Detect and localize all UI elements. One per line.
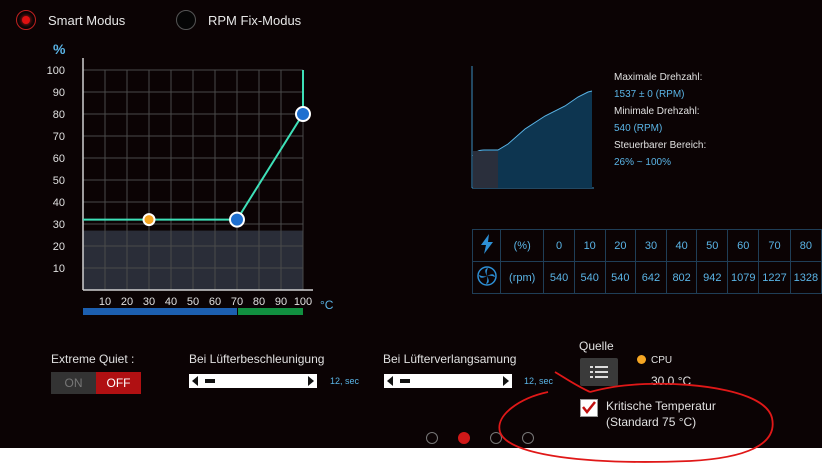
list-icon-line — [595, 366, 608, 368]
x-tick-label: 10 — [99, 296, 111, 308]
rpm-cell: 540 — [543, 261, 575, 294]
y-tick-label: 90 — [53, 87, 65, 99]
rpm-cell: 642 — [635, 261, 667, 294]
source-label: Quelle — [579, 339, 614, 353]
min-rpm-label: Minimale Drehzahl: — [614, 106, 700, 117]
list-icon-line — [595, 371, 608, 373]
speed-icon-cell — [471, 229, 502, 262]
x-tick-label: 70 — [231, 296, 243, 308]
range-value: 26% ~ 100% — [614, 157, 671, 168]
y-tick-label: 50 — [53, 175, 65, 187]
curve-point[interactable] — [295, 106, 311, 122]
rpm-cell: 1328 — [789, 261, 822, 294]
percent-cell: 20 — [604, 229, 637, 262]
temp-range-bar-blue — [83, 308, 237, 315]
percent-cell: 50 — [696, 229, 729, 262]
accel-label: Bei Lüfterbeschleunigung — [189, 352, 325, 366]
x-tick-label: 100 — [294, 296, 312, 308]
rpm-header: (rpm) — [500, 261, 545, 294]
x-unit-label: °C — [320, 298, 334, 312]
decel-decrease-arrow-icon[interactable] — [387, 376, 393, 386]
x-tick-label: 90 — [275, 296, 287, 308]
percent-cell: 40 — [665, 229, 698, 262]
x-tick-label: 80 — [253, 296, 265, 308]
page-dot-1[interactable] — [426, 432, 438, 444]
page-dot-3[interactable] — [490, 432, 502, 444]
percent-row: (%) 0 10 20 30 40 50 60 70 80 — [471, 229, 822, 262]
accel-decrease-arrow-icon[interactable] — [192, 376, 198, 386]
checkmark-icon — [582, 401, 596, 415]
decel-slider[interactable] — [384, 374, 512, 388]
accel-slider[interactable] — [189, 374, 317, 388]
accel-slider-thumb[interactable] — [205, 379, 215, 383]
curve-point[interactable] — [229, 211, 245, 228]
list-icon-line — [590, 376, 593, 378]
rpm-cell: 802 — [665, 261, 698, 294]
decel-label: Bei Lüfterverlangsamung — [383, 352, 517, 366]
percent-cell: 30 — [635, 229, 667, 262]
fan-control-app: Smart Modus RPM Fix-Modus % °C 100 90 80 70… — [0, 0, 822, 448]
percent-cell: 10 — [573, 229, 606, 262]
source-list-button[interactable] — [580, 358, 618, 386]
y-tick-label: 20 — [53, 241, 65, 253]
percent-cell: 60 — [727, 229, 760, 262]
y-tick-label: 60 — [53, 153, 65, 165]
accel-increase-arrow-icon[interactable] — [308, 376, 314, 386]
page-dot-4[interactable] — [522, 432, 534, 444]
percent-cell: 70 — [758, 229, 791, 262]
y-unit-label: % — [53, 41, 66, 57]
cpu-sensor-label: CPU — [651, 355, 673, 366]
decel-value: 12, sec — [524, 376, 554, 386]
y-tick-label: 70 — [53, 131, 65, 143]
list-icon-line — [595, 376, 608, 378]
list-icon-line — [590, 371, 593, 373]
percent-cell: 0 — [543, 229, 575, 262]
extreme-quiet-toggle[interactable]: ON OFF — [51, 372, 141, 394]
rpm-cell: 1079 — [727, 261, 760, 294]
fan-icon — [476, 266, 497, 286]
percent-header: (%) — [500, 229, 545, 262]
fan-curve-chart[interactable]: % °C 100 90 80 70 60 50 40 30 20 10 10 20 30 40 50 60 70… — [0, 0, 340, 320]
decel-slider-thumb[interactable] — [400, 379, 410, 383]
range-label: Steuerbarer Bereich: — [614, 140, 707, 151]
y-tick-label: 10 — [53, 263, 65, 275]
cpu-indicator-dot — [637, 355, 646, 364]
temp-range-bar-green — [238, 308, 303, 315]
y-tick-label: 100 — [47, 65, 65, 77]
toggle-on[interactable]: ON — [51, 372, 96, 394]
page-dot-2[interactable] — [458, 432, 470, 444]
y-tick-label: 40 — [53, 197, 65, 209]
curve-point[interactable] — [142, 213, 156, 227]
rpm-profile-chart — [471, 66, 594, 189]
percent-cell: 80 — [789, 229, 822, 262]
max-rpm-value: 1537 ± 0 (RPM) — [614, 89, 685, 100]
min-rpm-value: 540 (RPM) — [614, 123, 663, 134]
max-rpm-label: Maximale Drehzahl: — [614, 72, 703, 83]
x-tick-label: 60 — [209, 296, 221, 308]
cpu-temperature: 30.0 °C — [651, 374, 692, 388]
x-tick-label: 40 — [165, 296, 177, 308]
lightning-icon — [480, 234, 493, 254]
decel-increase-arrow-icon[interactable] — [503, 376, 509, 386]
x-tick-label: 50 — [187, 296, 199, 308]
rpm-cell: 1227 — [758, 261, 791, 294]
critical-temp-checkbox[interactable] — [580, 399, 598, 417]
y-tick-label: 80 — [53, 109, 65, 121]
accel-value: 12, sec — [330, 376, 360, 386]
rpm-cell: 942 — [696, 261, 729, 294]
rpm-table: (%) 0 10 20 30 40 50 60 70 80 (rpm) 540 … — [471, 229, 822, 294]
fan-icon-cell — [471, 261, 502, 294]
critical-temp-default: (Standard 75 °C) — [606, 415, 697, 429]
rpm-cell: 540 — [604, 261, 637, 294]
list-icon — [590, 366, 593, 368]
x-tick-label: 20 — [121, 296, 133, 308]
x-tick-label: 30 — [143, 296, 155, 308]
critical-temp-label: Kritische Temperatur — [606, 399, 716, 413]
toggle-off[interactable]: OFF — [96, 372, 141, 394]
rpm-row: (rpm) 540 540 540 642 802 942 1079 1227 … — [471, 261, 822, 294]
rpm-cell: 540 — [573, 261, 606, 294]
extreme-quiet-label: Extreme Quiet : — [51, 352, 135, 366]
y-tick-label: 30 — [53, 219, 65, 231]
